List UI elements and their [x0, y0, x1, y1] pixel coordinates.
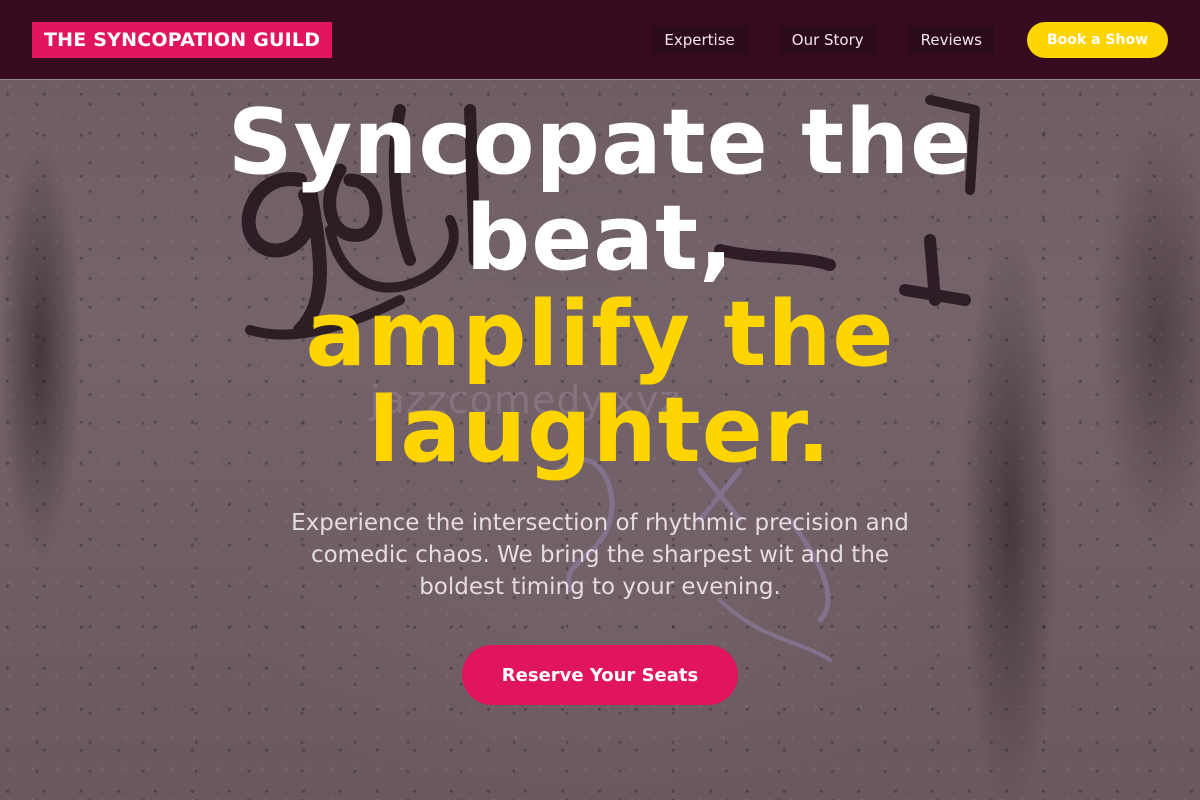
reserve-seats-button[interactable]: Reserve Your Seats [462, 645, 738, 705]
headline-line-2: beat, [465, 186, 735, 291]
headline-line-1: Syncopate the [227, 90, 973, 195]
hero-subtitle: Experience the intersection of rhythmic … [291, 510, 909, 600]
nav-link-our-story[interactable]: Our Story [779, 25, 876, 54]
nav-link-reviews[interactable]: Reviews [908, 25, 994, 54]
main-nav: Expertise Our Story Reviews Book a Show [619, 21, 1168, 58]
brand-logo[interactable]: THE SYNCOPATION GUILD [32, 21, 333, 58]
headline-line-4: laughter. [368, 378, 832, 483]
hero-headline: Syncopate the beat, amplify the laughter… [0, 95, 1200, 479]
book-show-button[interactable]: Book a Show [1026, 21, 1168, 58]
site-header: THE SYNCOPATION GUILD Expertise Our Stor… [0, 0, 1200, 80]
hero-section: Syncopate the beat, amplify the laughter… [0, 95, 1200, 705]
headline-line-3: amplify the [305, 282, 895, 387]
nav-link-expertise[interactable]: Expertise [652, 25, 747, 54]
